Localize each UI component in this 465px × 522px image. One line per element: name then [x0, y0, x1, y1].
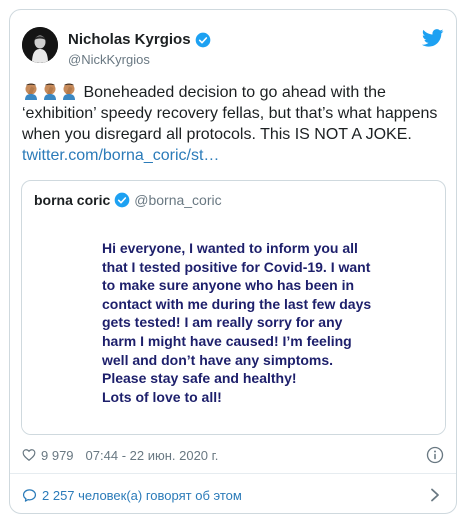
info-icon[interactable]	[426, 446, 444, 464]
quoted-header: borna coric @borna_coric	[34, 192, 222, 208]
author-name[interactable]: Nicholas Kyrgios	[68, 31, 191, 48]
timestamp[interactable]: 07:44 - 22 июн. 2020 г.	[86, 448, 219, 463]
tweet-card: Nicholas Kyrgios @NickKyrgios Boneheaded…	[9, 9, 457, 514]
quoted-tweet[interactable]: borna coric @borna_coric Hi everyone, I …	[21, 180, 446, 435]
avatar-image	[22, 27, 58, 63]
conversation-count[interactable]: 2 257 человек(а) говорят об этом	[42, 488, 242, 503]
heart-icon[interactable]	[22, 448, 36, 462]
facepalm-emoji	[41, 82, 59, 100]
quoted-image[interactable]: Hi everyone, I wanted to inform you all …	[22, 221, 445, 434]
quoted-author-name: borna coric	[34, 192, 111, 208]
verified-badge-icon	[195, 32, 210, 47]
tweet-header: Nicholas Kyrgios @NickKyrgios	[22, 27, 444, 71]
like-count[interactable]: 9 979	[41, 448, 74, 463]
tweet-body: Boneheaded decision to go ahead with the…	[22, 84, 438, 143]
tweet-meta: 9 979 07:44 - 22 июн. 2020 г.	[22, 445, 444, 465]
divider	[10, 473, 456, 474]
quoted-image-text: Hi everyone, I wanted to inform you all …	[102, 240, 372, 405]
quoted-author-handle: @borna_coric	[134, 192, 222, 208]
avatar[interactable]	[22, 27, 58, 63]
author-handle[interactable]: @NickKyrgios	[68, 52, 150, 67]
tweet-link[interactable]: twitter.com/borna_coric/st…	[22, 147, 219, 164]
twitter-bird-icon[interactable]	[422, 29, 444, 47]
author-name-row: Nicholas Kyrgios	[68, 31, 211, 48]
facepalm-emoji	[60, 82, 78, 100]
tweet-text: Boneheaded decision to go ahead with the…	[22, 82, 446, 166]
verified-badge-icon	[114, 192, 130, 208]
conversation-footer[interactable]: 2 257 человек(а) говорят об этом	[22, 484, 444, 506]
chevron-right-icon[interactable]	[430, 488, 440, 502]
comment-bubble-icon	[22, 488, 37, 502]
facepalm-emoji	[22, 82, 40, 100]
